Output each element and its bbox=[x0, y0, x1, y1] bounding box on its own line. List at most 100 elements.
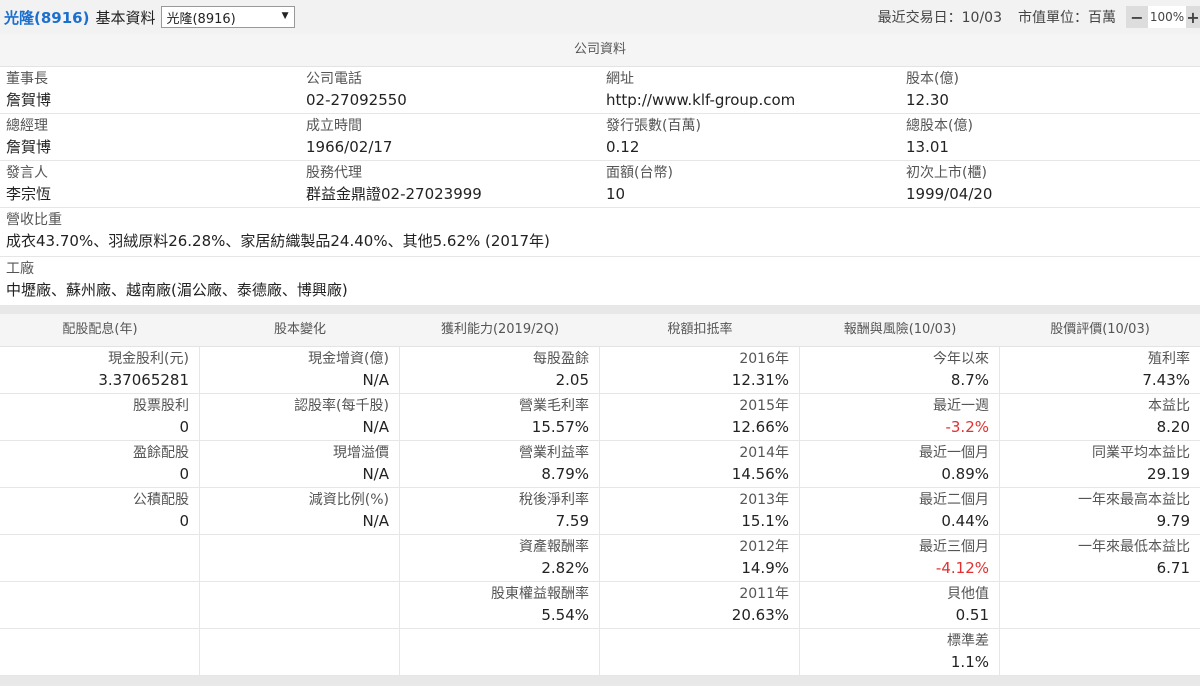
info-value: http://www.klf-group.com bbox=[606, 91, 796, 109]
info-label: 發行張數(百萬) bbox=[606, 118, 701, 134]
company-info-cell: 發行張數(百萬) 0.12 bbox=[600, 114, 900, 160]
metric-value: 8.7% bbox=[950, 371, 989, 389]
metric-label: 同業平均本益比 bbox=[1092, 445, 1190, 461]
financial-column-header: 配股配息(年) bbox=[62, 322, 138, 337]
financial-cell: 每股盈餘 2.05 bbox=[400, 347, 600, 393]
metric-label: 股東權益報酬率 bbox=[491, 586, 589, 602]
metric-label: 殖利率 bbox=[1148, 351, 1190, 367]
info-label: 股務代理 bbox=[306, 165, 362, 181]
metric-value: 7.59 bbox=[555, 512, 589, 530]
financial-cell: 最近一個月 0.89% bbox=[800, 441, 1000, 487]
metric-value: 12.31% bbox=[731, 371, 789, 389]
financial-column-header: 稅額扣抵率 bbox=[667, 322, 733, 337]
info-value: 12.30 bbox=[906, 91, 949, 109]
company-info-cell: 公司電話 02-27092550 bbox=[300, 67, 600, 113]
zoom-level: 100% bbox=[1148, 6, 1186, 28]
metric-label: 稅後淨利率 bbox=[519, 492, 589, 508]
metric-label: 營業利益率 bbox=[519, 445, 589, 461]
financial-cell: 最近二個月 0.44% bbox=[800, 488, 1000, 534]
metric-value: -4.12% bbox=[935, 559, 989, 577]
metric-value: 2.82% bbox=[541, 559, 589, 577]
metric-value: 14.9% bbox=[741, 559, 789, 577]
metric-label: 認股率(每千股) bbox=[294, 398, 389, 414]
financial-cell: 2012年 14.9% bbox=[600, 535, 800, 581]
info-label: 總股本(億) bbox=[906, 118, 973, 134]
metric-label: 減資比例(%) bbox=[308, 492, 389, 508]
financial-table: 現金股利(元) 3.37065281 現金增資(億) N/A 每股盈餘 2.05 2016年… bbox=[0, 347, 1200, 676]
metric-label: 每股盈餘 bbox=[533, 351, 589, 367]
metric-label: 最近二個月 bbox=[919, 492, 989, 508]
info-label: 董事長 bbox=[6, 71, 48, 87]
metric-value: 0.51 bbox=[955, 606, 989, 624]
metric-value: N/A bbox=[362, 465, 389, 483]
stock-select-value: 光隆(8916) bbox=[166, 11, 236, 27]
metric-value: 15.1% bbox=[741, 512, 789, 530]
company-info-cell: 總經理 詹賀博 bbox=[0, 114, 300, 160]
factory-value: 中壢廠、蘇州廠、越南廠(湄公廠、泰德廠、博興廠) bbox=[6, 281, 348, 299]
company-info-cell: 發言人 李宗恆 bbox=[0, 161, 300, 207]
info-value: 詹賀博 bbox=[6, 91, 52, 109]
financial-cell: 營業利益率 8.79% bbox=[400, 441, 600, 487]
metric-label: 2011年 bbox=[739, 586, 789, 602]
metric-value: 12.66% bbox=[731, 418, 789, 436]
metric-label: 營業毛利率 bbox=[519, 398, 589, 414]
metric-label: 2014年 bbox=[739, 445, 789, 461]
zoom-in-button[interactable]: + bbox=[1186, 6, 1200, 28]
metric-value: N/A bbox=[362, 371, 389, 389]
financial-column-header: 報酬與風險(10/03) bbox=[843, 322, 957, 337]
metric-label: 2016年 bbox=[739, 351, 789, 367]
financial-cell: 2014年 14.56% bbox=[600, 441, 800, 487]
financial-cell bbox=[0, 535, 200, 581]
financial-cell bbox=[600, 629, 800, 675]
metric-value: 14.56% bbox=[731, 465, 789, 483]
metric-value: 9.79 bbox=[1156, 512, 1190, 530]
metric-label: 貝他值 bbox=[947, 586, 989, 602]
metric-value: 0 bbox=[179, 465, 189, 483]
metric-value: N/A bbox=[362, 418, 389, 436]
financial-cell bbox=[1000, 582, 1200, 628]
financial-cell: 股票股利 0 bbox=[0, 394, 200, 440]
financial-cell: 稅後淨利率 7.59 bbox=[400, 488, 600, 534]
financial-headers: 配股配息(年) 股本變化 獲利能力(2019/2Q) 稅額扣抵率 報酬與風險(10/03… bbox=[0, 314, 1200, 347]
stock-name[interactable]: 光隆(8916) bbox=[4, 7, 89, 28]
zoom-out-button[interactable]: − bbox=[1126, 6, 1148, 28]
financial-cell: 一年來最高本益比 9.79 bbox=[1000, 488, 1200, 534]
info-label: 股本(億) bbox=[906, 71, 959, 87]
metric-label: 2015年 bbox=[739, 398, 789, 414]
metric-value: -3.2% bbox=[945, 418, 989, 436]
financial-cell bbox=[200, 582, 400, 628]
financial-cell bbox=[1000, 629, 1200, 675]
financial-cell: 資產報酬率 2.82% bbox=[400, 535, 600, 581]
info-value: 詹賀博 bbox=[6, 138, 52, 156]
financial-cell: 最近一週 -3.2% bbox=[800, 394, 1000, 440]
bottom-divider bbox=[0, 676, 1200, 686]
financial-cell: 一年來最低本益比 6.71 bbox=[1000, 535, 1200, 581]
financial-cell: 認股率(每千股) N/A bbox=[200, 394, 400, 440]
company-info-row: 總經理 詹賀博 成立時間 1966/02/17 發行張數(百萬) 0.12 總股本(億) 13… bbox=[0, 114, 1200, 161]
info-label: 總經理 bbox=[6, 118, 48, 134]
financial-cell: 現金增資(億) N/A bbox=[200, 347, 400, 393]
financial-cell: 2011年 20.63% bbox=[600, 582, 800, 628]
metric-value: 5.54% bbox=[541, 606, 589, 624]
metric-value: 7.43% bbox=[1142, 371, 1190, 389]
metric-value: 2.05 bbox=[555, 371, 589, 389]
financial-row: 盈餘配股 0 現增溢價 N/A 營業利益率 8.79% 2014年 14.56% 最近一個月 0.… bbox=[0, 441, 1200, 488]
financial-cell bbox=[200, 535, 400, 581]
metric-value: 8.20 bbox=[1156, 418, 1190, 436]
info-value: 李宗恆 bbox=[6, 185, 52, 203]
company-info: 董事長 詹賀博 公司電話 02-27092550 網址 http://www.klf-gr… bbox=[0, 67, 1200, 208]
metric-value: 1.1% bbox=[950, 653, 989, 671]
metric-label: 資產報酬率 bbox=[519, 539, 589, 555]
company-info-row: 董事長 詹賀博 公司電話 02-27092550 網址 http://www.klf-gr… bbox=[0, 67, 1200, 114]
stock-select[interactable]: 光隆(8916) ▼ bbox=[161, 6, 296, 28]
info-label: 面額(台幣) bbox=[606, 165, 673, 181]
metric-value: 0 bbox=[179, 418, 189, 436]
factory-label: 工廠 bbox=[6, 261, 34, 277]
metric-label: 公積配股 bbox=[133, 492, 189, 508]
company-info-cell: 股本(億) 12.30 bbox=[900, 67, 1200, 113]
market-unit: 市值單位：百萬 bbox=[1018, 10, 1116, 26]
metric-label: 本益比 bbox=[1148, 398, 1190, 414]
financial-cell: 營業毛利率 15.57% bbox=[400, 394, 600, 440]
financial-row: 股東權益報酬率 5.54% 2011年 20.63% 貝他值 0.51 bbox=[0, 582, 1200, 629]
metric-value: 29.19 bbox=[1147, 465, 1190, 483]
